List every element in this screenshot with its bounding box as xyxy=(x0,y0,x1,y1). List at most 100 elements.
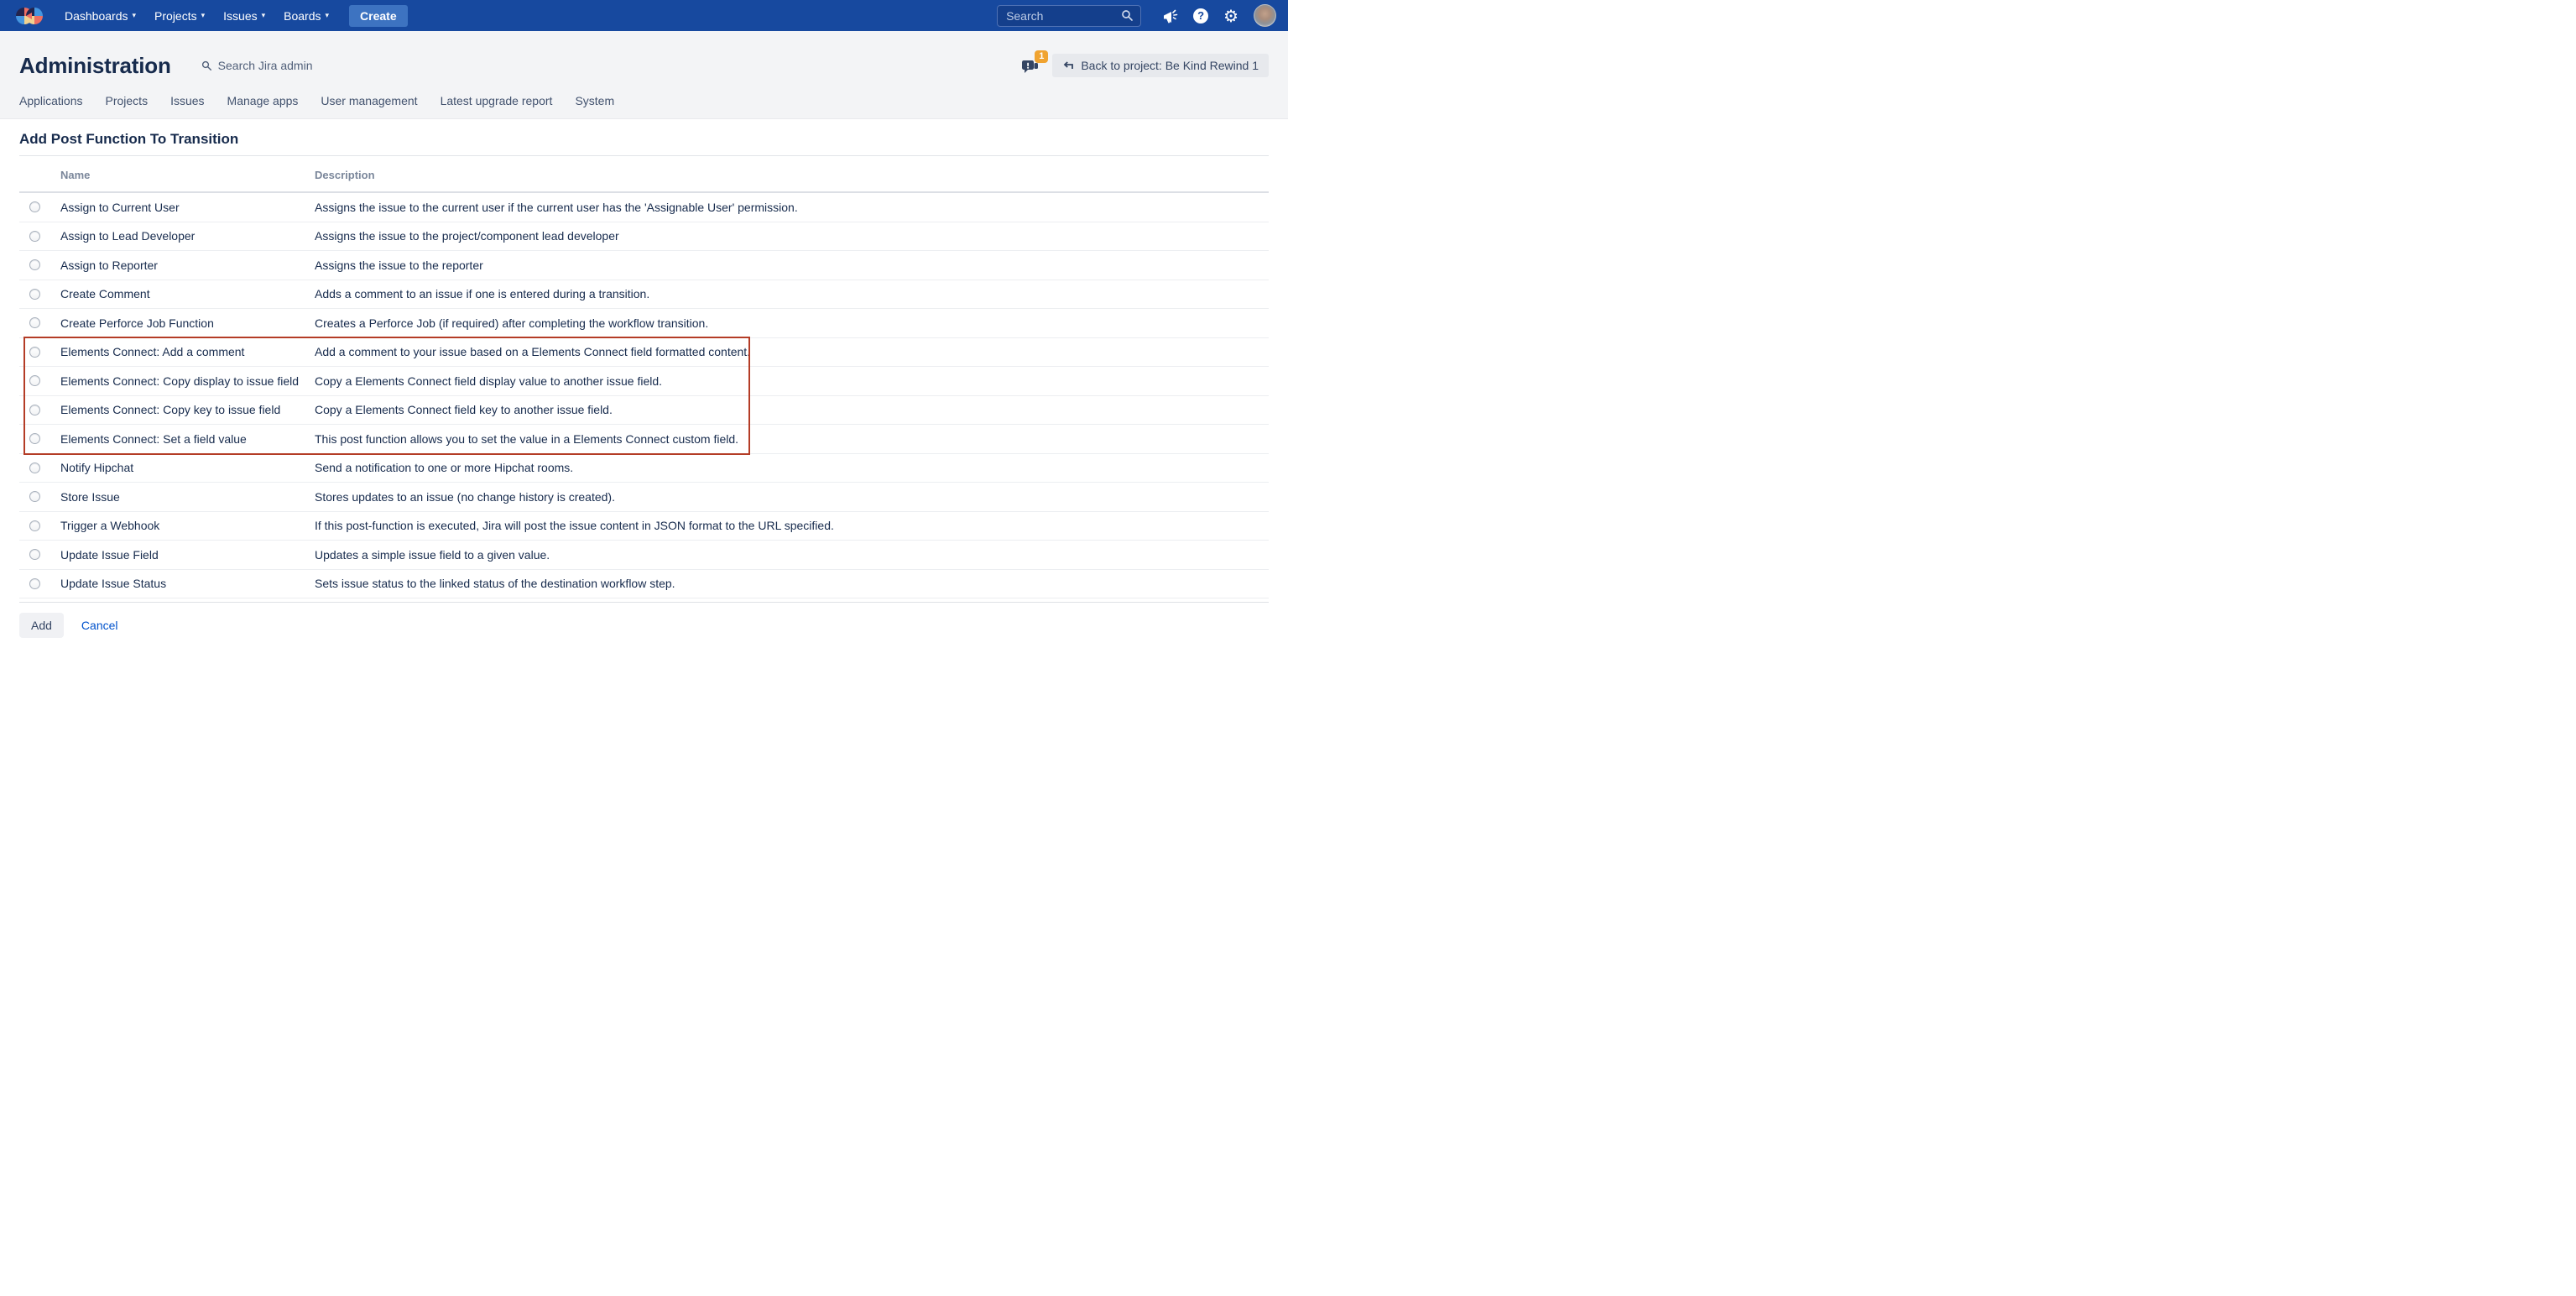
post-function-name: Notify Hipchat xyxy=(60,461,315,474)
post-function-name: Elements Connect: Copy display to issue … xyxy=(60,374,315,388)
nav-menu-item[interactable]: Projects ▾ xyxy=(154,9,205,23)
chevron-down-icon: ▾ xyxy=(201,12,206,20)
cancel-link[interactable]: Cancel xyxy=(81,619,118,632)
row-radio-button[interactable] xyxy=(29,549,40,560)
post-function-name: Elements Connect: Set a field value xyxy=(60,432,315,446)
table-row: Elements Connect: Add a comment Add a co… xyxy=(19,338,1269,368)
nav-menu-label: Dashboards xyxy=(65,9,128,23)
admin-tab[interactable]: Manage apps xyxy=(227,94,299,107)
post-function-description: Stores updates to an issue (no change hi… xyxy=(315,490,1269,504)
table-row: Assign to Lead Developer Assigns the iss… xyxy=(19,222,1269,252)
return-arrow-icon xyxy=(1062,60,1074,71)
table-row: Update Issue Status Sets issue status to… xyxy=(19,570,1269,599)
post-function-name: Elements Connect: Copy key to issue fiel… xyxy=(60,403,315,416)
nav-search-input[interactable] xyxy=(1004,8,1121,24)
back-button-label: Back to project: Be Kind Rewind 1 xyxy=(1081,59,1259,72)
row-radio-button[interactable] xyxy=(29,462,40,473)
row-radio-button[interactable] xyxy=(29,201,40,212)
chevron-down-icon: ▾ xyxy=(326,12,330,20)
post-function-name: Assign to Lead Developer xyxy=(60,229,315,243)
top-navigation-bar: Dashboards ▾ Projects ▾ Issues ▾ Boards … xyxy=(0,0,1288,31)
nav-menu-item[interactable]: Boards ▾ xyxy=(284,9,329,23)
name-column-header: Name xyxy=(60,169,315,182)
post-function-table: Name Description Assign to Current User … xyxy=(19,156,1269,598)
post-function-description: This post function allows you to set the… xyxy=(315,432,1269,446)
radio-column-header xyxy=(19,169,60,182)
help-icon[interactable]: ? xyxy=(1193,8,1208,24)
post-function-description: Assigns the issue to the current user if… xyxy=(315,201,1269,214)
create-button[interactable]: Create xyxy=(349,5,408,27)
add-button[interactable]: Add xyxy=(19,613,64,638)
post-function-description: Adds a comment to an issue if one is ent… xyxy=(315,287,1269,300)
row-radio-button[interactable] xyxy=(29,405,40,415)
nav-menu-label: Issues xyxy=(223,9,257,23)
table-body: Assign to Current User Assigns the issue… xyxy=(19,193,1269,598)
row-radio-button[interactable] xyxy=(29,491,40,502)
row-radio-button[interactable] xyxy=(29,347,40,358)
nav-menu-label: Boards xyxy=(284,9,321,23)
table-row: Elements Connect: Copy display to issue … xyxy=(19,367,1269,396)
table-row: Assign to Reporter Assigns the issue to … xyxy=(19,251,1269,280)
megaphone-icon[interactable] xyxy=(1162,8,1178,24)
post-function-name: Update Issue Status xyxy=(60,577,315,590)
row-radio-button[interactable] xyxy=(29,375,40,386)
nav-search-box[interactable] xyxy=(997,5,1141,27)
row-radio-button[interactable] xyxy=(29,317,40,328)
nav-menu-label: Projects xyxy=(154,9,197,23)
admin-tab[interactable]: Applications xyxy=(19,94,83,107)
post-function-description: Add a comment to your issue based on a E… xyxy=(315,345,1269,358)
admin-tab[interactable]: Projects xyxy=(106,94,149,107)
post-function-name: Update Issue Field xyxy=(60,548,315,562)
post-function-description: Creates a Perforce Job (if required) aft… xyxy=(315,316,1269,330)
back-to-project-button[interactable]: Back to project: Be Kind Rewind 1 xyxy=(1052,54,1269,77)
table-row: Create Comment Adds a comment to an issu… xyxy=(19,280,1269,310)
table-row: Update Issue Field Updates a simple issu… xyxy=(19,541,1269,570)
nav-menu-item[interactable]: Dashboards ▾ xyxy=(65,9,136,23)
form-actions: Add Cancel xyxy=(19,613,1269,638)
notification-badge: 1 xyxy=(1035,50,1048,63)
row-radio-button[interactable] xyxy=(29,433,40,444)
gear-icon[interactable]: ⚙ xyxy=(1223,8,1238,24)
post-function-description: Updates a simple issue field to a given … xyxy=(315,548,1269,562)
post-function-name: Assign to Reporter xyxy=(60,259,315,272)
admin-tab[interactable]: System xyxy=(575,94,614,107)
post-function-name: Create Comment xyxy=(60,287,315,300)
main-content: Add Post Function To Transition Name Des… xyxy=(0,131,1288,638)
nav-menu: Dashboards ▾ Projects ▾ Issues ▾ Boards … xyxy=(55,9,338,23)
post-function-description: Copy a Elements Connect field key to ano… xyxy=(315,403,1269,416)
jira-logo-icon[interactable] xyxy=(15,5,44,27)
admin-tab[interactable]: Latest upgrade report xyxy=(441,94,553,107)
admin-search[interactable]: Search Jira admin xyxy=(201,59,313,72)
table-header-row: Name Description xyxy=(19,156,1269,193)
post-function-description: Copy a Elements Connect field display va… xyxy=(315,374,1269,388)
row-radio-button[interactable] xyxy=(29,259,40,270)
post-function-description: Send a notification to one or more Hipch… xyxy=(315,461,1269,474)
nav-menu-item[interactable]: Issues ▾ xyxy=(223,9,265,23)
row-radio-button[interactable] xyxy=(29,289,40,300)
post-function-name: Create Perforce Job Function xyxy=(60,316,315,330)
page-title: Administration xyxy=(19,53,171,79)
actions-divider xyxy=(19,602,1269,603)
row-radio-button[interactable] xyxy=(29,520,40,531)
table-row: Notify Hipchat Send a notification to on… xyxy=(19,454,1269,483)
row-radio-button[interactable] xyxy=(29,231,40,242)
admin-tab[interactable]: Issues xyxy=(170,94,204,107)
feedback-bubble-icon[interactable]: 1 xyxy=(1021,57,1040,75)
table-row: Store Issue Stores updates to an issue (… xyxy=(19,483,1269,512)
search-icon xyxy=(201,60,212,71)
admin-tab-bar: Applications Projects Issues Manage apps Use… xyxy=(19,94,1269,118)
post-function-description: Sets issue status to the linked status o… xyxy=(315,577,1269,590)
post-function-name: Elements Connect: Add a comment xyxy=(60,345,315,358)
row-radio-button[interactable] xyxy=(29,578,40,589)
section-title: Add Post Function To Transition xyxy=(19,131,1269,156)
post-function-description: Assigns the issue to the project/compone… xyxy=(315,229,1269,243)
post-function-description: If this post-function is executed, Jira … xyxy=(315,519,1269,532)
admin-header: Administration Search Jira admin 1 xyxy=(0,31,1288,119)
user-avatar[interactable] xyxy=(1254,4,1276,27)
post-function-description: Assigns the issue to the reporter xyxy=(315,259,1269,272)
admin-tab[interactable]: User management xyxy=(321,94,417,107)
table-row: Create Perforce Job Function Creates a P… xyxy=(19,309,1269,338)
admin-search-label: Search Jira admin xyxy=(218,59,313,72)
chevron-down-icon: ▾ xyxy=(133,12,137,20)
table-row: Elements Connect: Set a field value This… xyxy=(19,425,1269,454)
